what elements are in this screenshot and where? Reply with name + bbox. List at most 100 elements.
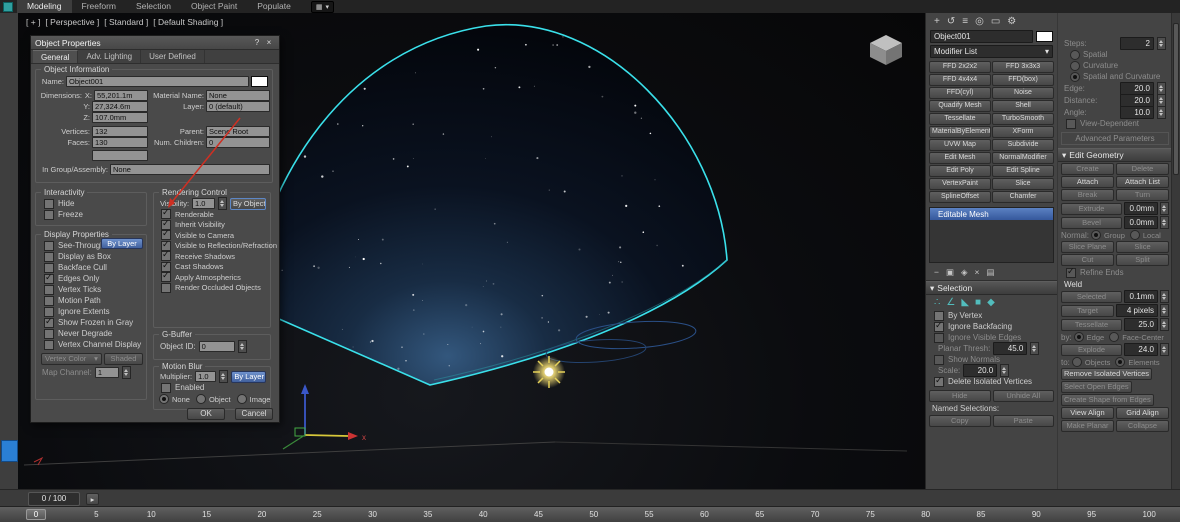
rendering-control-checkbox[interactable]: Visible to Reflection/Refraction: [159, 239, 277, 252]
display-property-checkbox[interactable]: Backface Cull: [42, 262, 146, 273]
interactivity-checkbox[interactable]: Freeze: [42, 209, 146, 220]
map-channel-field[interactable]: 1: [94, 367, 119, 378]
viewport-label-item[interactable]: [ + ]: [26, 17, 40, 27]
modifier-button[interactable]: Edit Poly: [929, 165, 991, 177]
grid-align-button[interactable]: Grid Align: [1116, 407, 1169, 419]
display-property-checkbox[interactable]: Edges Only: [42, 272, 146, 284]
modifier-button[interactable]: NormalModifier: [992, 152, 1054, 164]
modifier-button[interactable]: FFD 2x2x2: [929, 61, 991, 73]
spinner-icon[interactable]: [1030, 342, 1040, 355]
pin-stack-icon[interactable]: −: [934, 267, 939, 278]
spinner-icon[interactable]: [1160, 318, 1169, 331]
hierarchy-tab-icon[interactable]: ≡: [962, 16, 968, 27]
ok-button[interactable]: OK: [187, 408, 225, 420]
modifier-button[interactable]: Tessellate: [929, 113, 991, 125]
spinner-icon[interactable]: [1160, 216, 1169, 229]
frame-number-field[interactable]: 0 / 100: [28, 491, 80, 506]
ribbon-tab[interactable]: Selection: [126, 0, 181, 13]
subobject-mode-icon[interactable]: ■: [975, 297, 981, 308]
modifier-list-dropdown[interactable]: Modifier List ▾: [930, 45, 1053, 58]
attach-button[interactable]: Attach: [1061, 176, 1114, 188]
name-field[interactable]: Object001: [66, 76, 249, 87]
subobject-mode-icon[interactable]: ◆: [987, 297, 995, 308]
view-align-button[interactable]: View Align: [1061, 407, 1114, 419]
hide-button[interactable]: Hide: [929, 390, 991, 402]
create-button[interactable]: Create: [1061, 163, 1114, 175]
scrollbar-thumb[interactable]: [1173, 23, 1179, 175]
spinner-icon[interactable]: [219, 370, 229, 383]
viewport-label-item[interactable]: [ Standard ]: [104, 17, 148, 27]
rendering-control-checkbox[interactable]: Visible to Camera: [159, 228, 270, 241]
display-property-checkbox[interactable]: Display as Box: [42, 251, 146, 262]
rendering-control-checkbox[interactable]: Receive Shadows: [159, 249, 270, 262]
ribbon-tab[interactable]: Freeform: [72, 0, 126, 13]
normal-radio[interactable]: Group: [1091, 230, 1125, 240]
modifier-button[interactable]: XForm: [992, 126, 1054, 138]
tessellate-by-radio[interactable]: Face-Center: [1109, 332, 1164, 342]
viewport-label-item[interactable]: [ Perspective ]: [45, 17, 99, 27]
split-button[interactable]: Split: [1116, 254, 1169, 266]
tessellate-field[interactable]: 25.0: [1124, 318, 1158, 331]
motion-blur-by-layer-button[interactable]: By Layer: [231, 370, 266, 383]
modifier-button[interactable]: UVW Map: [929, 139, 991, 151]
next-frame-button[interactable]: ▸: [86, 492, 99, 505]
modify-tab-icon[interactable]: ↺: [947, 16, 955, 27]
weld-target-button[interactable]: Target: [1061, 304, 1114, 317]
sun-light-object[interactable]: [533, 356, 565, 388]
visibility-field[interactable]: 1.0: [192, 198, 215, 209]
multiplier-field[interactable]: 1.0: [195, 371, 217, 382]
object-name-field[interactable]: Object001: [930, 30, 1033, 43]
subobject-mode-icon[interactable]: ∴: [934, 297, 940, 308]
modifier-button[interactable]: VertexPaint: [929, 178, 991, 190]
subobject-mode-icon[interactable]: ◣: [961, 297, 969, 308]
motion-tab-icon[interactable]: ◎: [975, 16, 984, 27]
spinner-icon[interactable]: [1157, 105, 1166, 119]
stack-item[interactable]: Editable Mesh: [930, 208, 1053, 220]
selection-checkbox[interactable]: By Vertex: [932, 310, 1057, 321]
help-icon[interactable]: ?: [251, 38, 263, 47]
object-id-field[interactable]: 0: [198, 341, 235, 352]
rendering-control-checkbox[interactable]: Renderable: [159, 207, 270, 220]
cut-button[interactable]: Cut: [1061, 254, 1114, 266]
object-color-swatch[interactable]: [251, 76, 268, 87]
vertex-color-dropdown[interactable]: Vertex Color ▾: [41, 353, 102, 365]
motion-blur-radio[interactable]: Image: [236, 394, 270, 404]
collapse-button[interactable]: Collapse: [1116, 420, 1169, 432]
ribbon-overflow[interactable]: ▦ ▾: [310, 0, 334, 13]
display-property-checkbox[interactable]: Vertex Channel Display: [42, 339, 146, 350]
weld-target-field[interactable]: 4 pixels: [1116, 304, 1158, 317]
extrude-button[interactable]: Extrude: [1061, 202, 1122, 215]
subdivision-radio[interactable]: Curvature: [1064, 60, 1172, 71]
paste-button[interactable]: Paste: [992, 415, 1054, 427]
make-planar-button[interactable]: Make Planar: [1061, 420, 1114, 432]
break-button[interactable]: Break: [1061, 189, 1114, 201]
weld-selected-button[interactable]: Selected: [1061, 290, 1122, 303]
rendering-control-checkbox[interactable]: Apply Atmospherics: [159, 270, 270, 283]
rendering-control-checkbox[interactable]: Render Occluded Objects: [159, 282, 270, 294]
modifier-button[interactable]: Shell: [992, 100, 1054, 112]
modifier-button[interactable]: FFD(box): [992, 74, 1054, 86]
planar-thresh-field[interactable]: 45.0: [993, 342, 1028, 355]
modifier-button[interactable]: Chamfer: [992, 191, 1054, 203]
tessellate-button[interactable]: Tessellate: [1061, 318, 1122, 331]
spinner-icon[interactable]: [1000, 364, 1010, 377]
motion-blur-radio[interactable]: None: [159, 394, 190, 404]
tessellate-by-radio[interactable]: Edge: [1073, 332, 1104, 342]
selection-rollout-header[interactable]: ▾ Selection: [926, 281, 1057, 295]
advanced-parameters-rollout[interactable]: Advanced Parameters: [1061, 132, 1169, 145]
remove-modifier-icon[interactable]: ×: [975, 267, 980, 278]
display-property-checkbox[interactable]: Show Frozen in Gray: [42, 316, 146, 328]
ribbon-tab[interactable]: Modeling: [17, 0, 72, 13]
spinner-icon[interactable]: [1160, 304, 1169, 317]
angle-field[interactable]: 10.0: [1120, 105, 1154, 119]
turn-button[interactable]: Turn: [1116, 189, 1169, 201]
distance-field[interactable]: 20.0: [1120, 93, 1154, 107]
object-color-swatch[interactable]: [1036, 31, 1053, 42]
create-shape-from-edges-button[interactable]: Create Shape from Edges: [1061, 394, 1154, 406]
copy-button[interactable]: Copy: [929, 415, 991, 427]
ribbon-tab[interactable]: Populate: [247, 0, 301, 13]
view-dependent-checkbox[interactable]: View-Dependent: [1064, 118, 1172, 129]
time-slider-ruler[interactable]: 0 5 10 15 20 25 30 35 40 45 50 55 60 65 70 75 80 85 90 95 10…: [0, 506, 1180, 522]
rendering-control-checkbox[interactable]: Cast Shadows: [159, 260, 270, 273]
explode-to-radio[interactable]: Elements: [1115, 357, 1160, 367]
